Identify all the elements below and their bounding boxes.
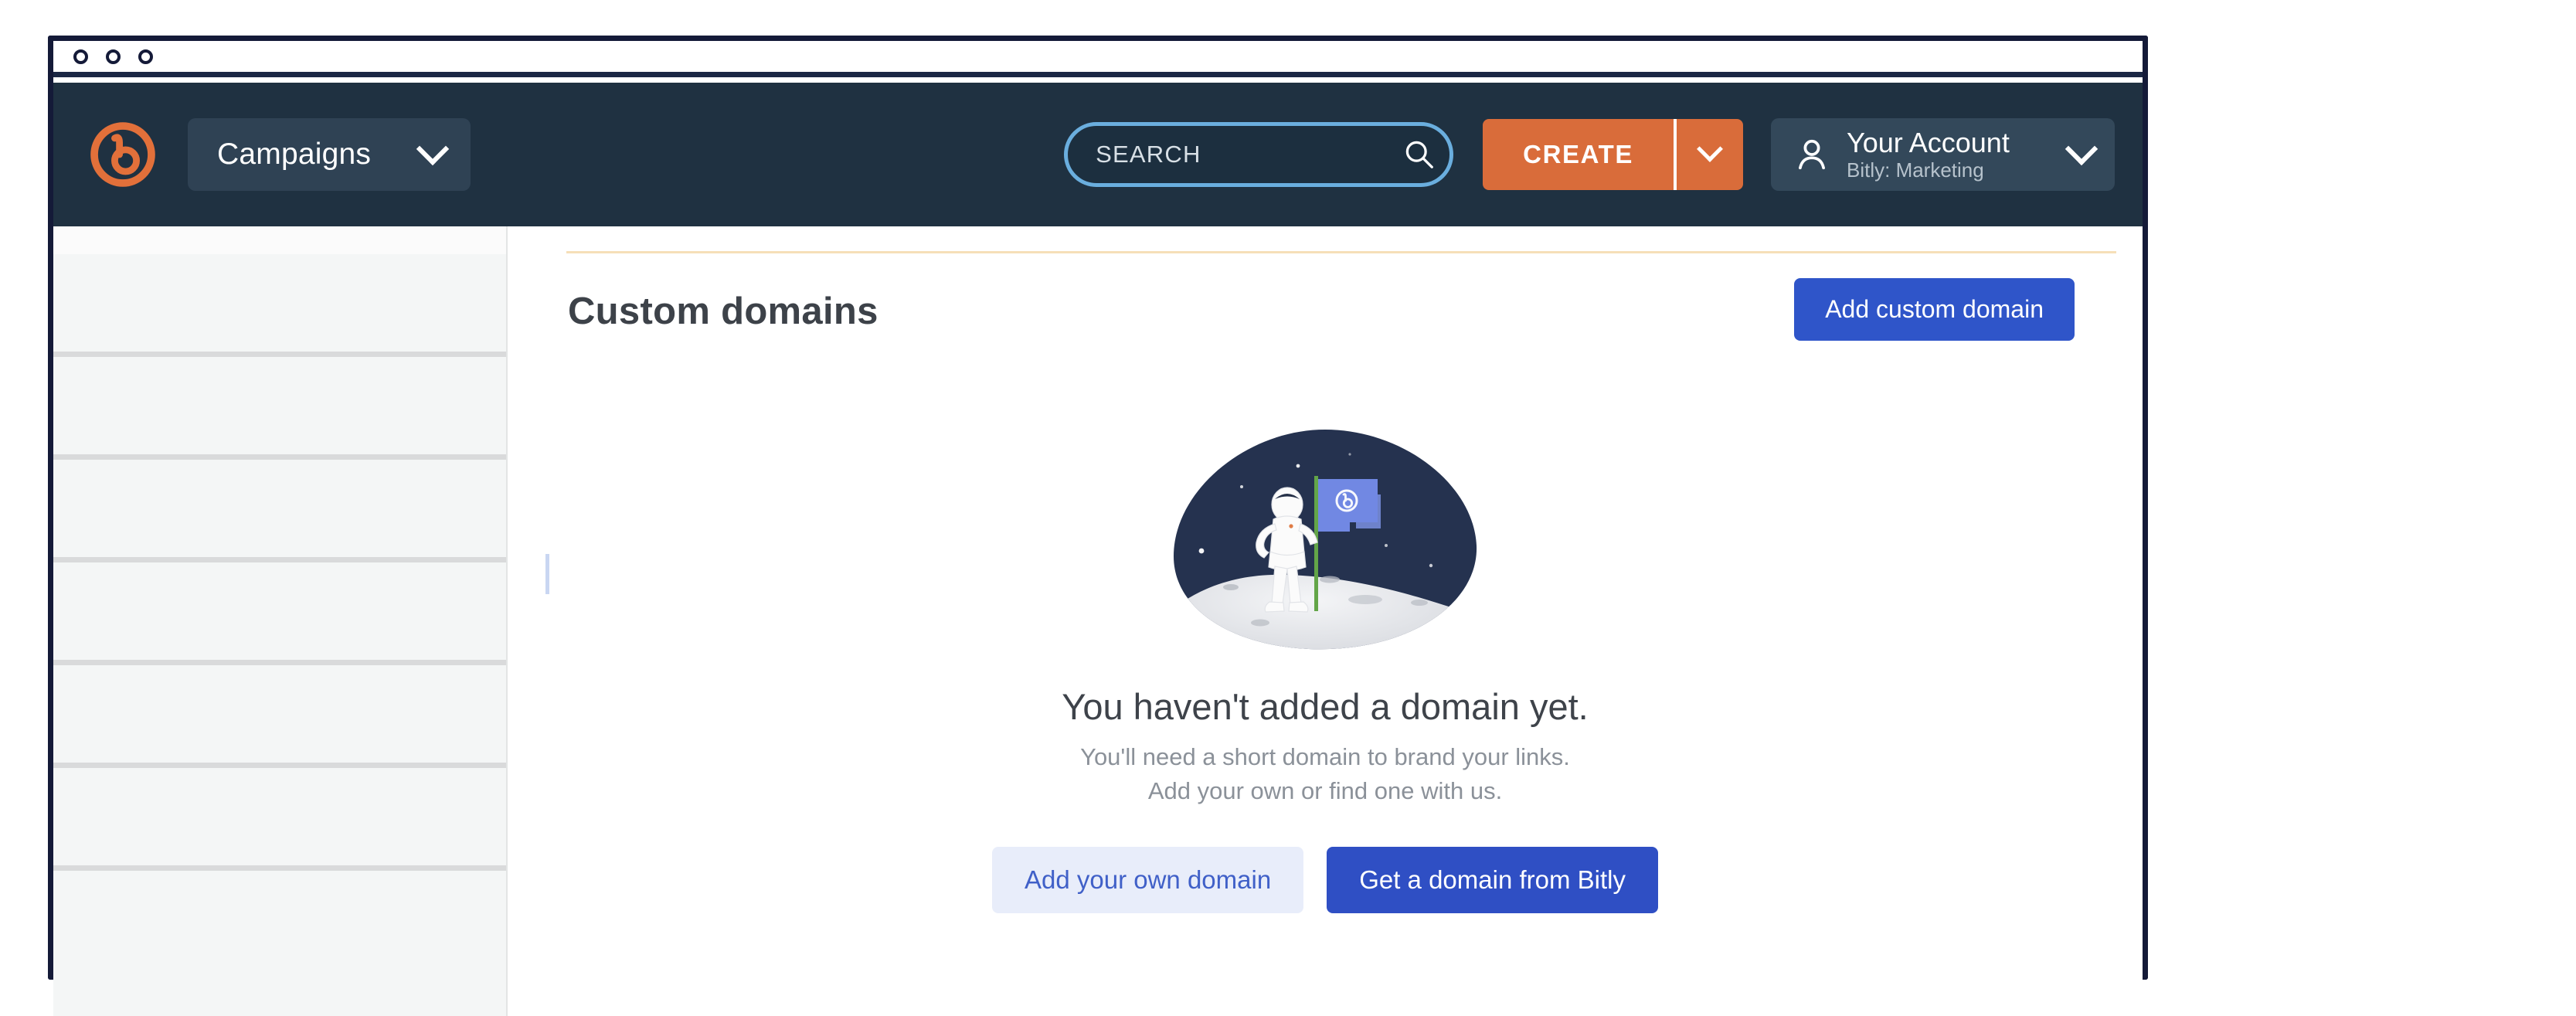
- window-title-bar: [53, 41, 2143, 77]
- sidebar-skeleton-row[interactable]: [53, 460, 506, 562]
- search-input[interactable]: [1096, 141, 1405, 168]
- astronaut-moon-illustration: [1174, 430, 1477, 650]
- browser-window-mock: Campaigns CREATE: [48, 36, 2148, 1016]
- top-navigation-bar: Campaigns CREATE: [53, 83, 2143, 226]
- sidebar-skeleton-header: [53, 226, 506, 254]
- empty-state: You haven't added a domain yet. You'll n…: [508, 423, 2143, 914]
- empty-state-actions: Add your own domain Get a domain from Bi…: [992, 847, 1658, 914]
- sidebar-skeleton-row[interactable]: [53, 357, 506, 460]
- create-button-group: CREATE: [1483, 119, 1743, 190]
- window-frame-right-edge: [2143, 36, 2148, 980]
- search-icon[interactable]: [1404, 139, 1435, 170]
- window-frame-top-edge: [48, 36, 2148, 41]
- add-custom-domain-button[interactable]: Add custom domain: [1794, 278, 2075, 341]
- sidebar-skeleton-row[interactable]: [53, 871, 506, 974]
- sidebar-skeleton-row[interactable]: [53, 562, 506, 665]
- account-text-block: Your Account Bitly: Marketing: [1847, 127, 2010, 181]
- chevron-down-icon: [2065, 132, 2099, 166]
- account-name: Your Account: [1847, 127, 2010, 159]
- sidebar-skeleton-row[interactable]: [53, 768, 506, 871]
- search-box[interactable]: [1064, 122, 1454, 187]
- window-minimize-circle-icon[interactable]: [106, 49, 121, 64]
- create-dropdown-toggle[interactable]: [1674, 119, 1743, 190]
- empty-state-heading: You haven't added a domain yet.: [1062, 686, 1589, 727]
- campaigns-dropdown[interactable]: Campaigns: [188, 118, 471, 191]
- top-nav-right-group: CREATE Your Account Bitly: Marketing: [1064, 118, 2115, 191]
- get-domain-from-bitly-button[interactable]: Get a domain from Bitly: [1327, 847, 1658, 914]
- sidebar-skeleton-row[interactable]: [53, 254, 506, 357]
- campaigns-dropdown-label: Campaigns: [217, 138, 372, 171]
- window-close-circle-icon[interactable]: [73, 49, 88, 64]
- empty-state-subtext: You'll need a short domain to brand your…: [1080, 740, 1570, 808]
- account-menu[interactable]: Your Account Bitly: Marketing: [1771, 118, 2115, 191]
- chevron-down-icon: [1697, 135, 1723, 162]
- create-button[interactable]: CREATE: [1483, 119, 1674, 190]
- page-title: Custom domains: [568, 291, 878, 332]
- account-organization: Bitly: Marketing: [1847, 158, 1984, 182]
- sidebar-skeleton-row[interactable]: [53, 665, 506, 768]
- empty-state-subtext-line-1: You'll need a short domain to brand your…: [1080, 743, 1570, 770]
- empty-state-subtext-line-2: Add your own or find one with us.: [1147, 777, 1503, 805]
- window-maximize-circle-icon[interactable]: [138, 49, 153, 64]
- content-top-rule: [566, 251, 2116, 253]
- chevron-down-icon: [416, 132, 450, 166]
- bitly-logo-icon[interactable]: [89, 121, 157, 189]
- window-frame-left-edge: [48, 36, 53, 980]
- person-icon: [1799, 139, 1825, 170]
- add-your-own-domain-button[interactable]: Add your own domain: [992, 847, 1304, 914]
- sidebar-navigation: [53, 226, 508, 1016]
- main-content-area: Custom domains Add custom domain You hav…: [508, 226, 2143, 1016]
